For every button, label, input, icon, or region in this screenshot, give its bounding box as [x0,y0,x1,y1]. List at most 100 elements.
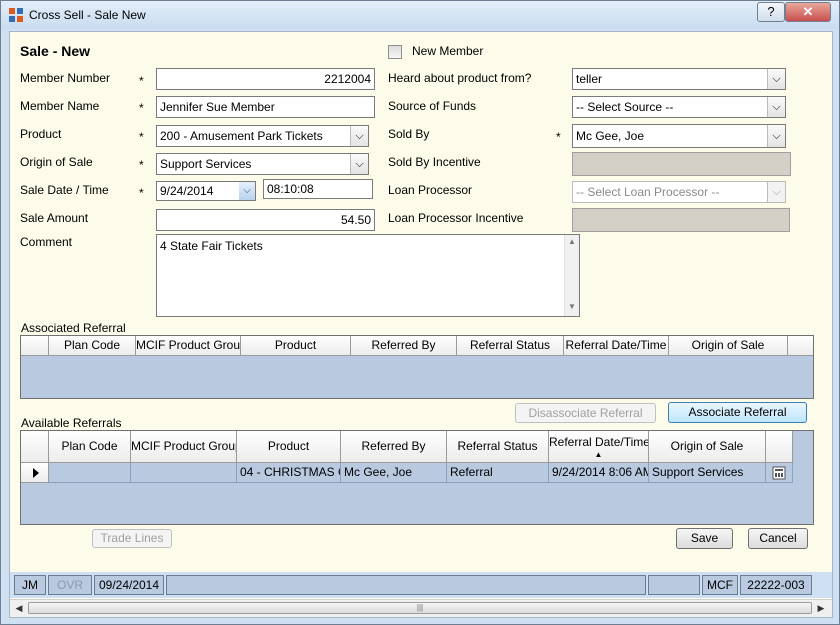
associated-referral-grid[interactable]: Plan Code MCIF Product Group Product Ref… [20,335,814,399]
member-number-input[interactable]: 2212004 [156,68,375,90]
required-marker: * [139,101,144,115]
sale-amount-label: Sale Amount [20,211,89,225]
sort-ascending-icon: ▲ [594,450,603,459]
chevron-down-icon[interactable]: ⌵ [767,69,785,89]
source-of-funds-value: -- Select Source -- [576,100,674,114]
sale-amount-input[interactable]: 54.50 [156,209,375,231]
cell-product[interactable]: 04 - CHRISTMAS C [237,463,341,483]
sold-by-select[interactable]: Mc Gee, Joe ⌵ [572,124,786,148]
chevron-down-icon[interactable]: ⌵ [350,126,368,146]
status-date: 09/24/2014 [94,575,164,595]
column-header[interactable]: Referred By [351,336,457,356]
origin-of-sale-value: Support Services [160,157,252,171]
chevron-down-icon[interactable]: ⌵ [350,154,368,174]
heard-about-value: teller [576,72,603,86]
row-selector[interactable] [21,463,49,483]
cell-referral-status[interactable]: Referral [447,463,549,483]
product-select[interactable]: 200 - Amusement Park Tickets ⌵ [156,125,369,147]
column-header[interactable]: Referral Status [447,431,549,463]
help-icon: ? [767,4,775,19]
member-name-input[interactable]: Jennifer Sue Member [156,96,375,118]
comment-textarea[interactable]: 4 State Fair Tickets ▲ ▼ [156,234,580,317]
loan-processor-incentive-label: Loan Processor Incentive [388,211,524,225]
column-header[interactable]: Product [237,431,341,463]
sold-by-label: Sold By [388,127,430,141]
source-of-funds-label: Source of Funds [388,99,477,113]
loan-processor-value: -- Select Loan Processor -- [576,185,720,199]
scroll-up-icon[interactable]: ▲ [565,237,579,249]
title-bar: Cross Sell - Sale New ? ✕ [1,1,839,29]
filler-column-header [766,431,793,463]
origin-of-sale-select[interactable]: Support Services ⌵ [156,153,369,175]
sale-date-picker[interactable]: 9/24/2014 ⌵ [156,181,256,201]
column-header[interactable]: Referral Date/Time [564,336,669,356]
cell-referred-by[interactable]: Mc Gee, Joe [341,463,447,483]
help-button[interactable]: ? [757,2,785,22]
trade-lines-button[interactable]: Trade Lines [92,529,172,548]
save-button[interactable]: Save [676,528,733,549]
member-number-label: Member Number [20,71,111,85]
row-header-column [21,336,49,356]
current-row-arrow-icon [33,468,39,478]
cell-origin-of-sale[interactable]: Support Services [649,463,766,483]
status-empty [648,575,700,595]
scroll-left-icon[interactable]: ◀ [12,602,26,614]
new-member-checkbox[interactable] [388,45,402,59]
associate-referral-button[interactable]: Associate Referral [668,402,807,423]
origin-of-sale-label: Origin of Sale [20,155,93,169]
calendar-dropdown-icon[interactable]: ⌵ [239,182,255,200]
sold-by-value: Mc Gee, Joe [576,129,645,143]
column-header[interactable]: Referred By [341,431,447,463]
disassociate-referral-button[interactable]: Disassociate Referral [515,403,656,423]
close-icon: ✕ [802,4,814,19]
sold-by-incentive-input [572,152,791,176]
status-bar: JM OVR 09/24/2014 MCF 22222-003 [10,572,832,598]
horizontal-scrollbar[interactable]: ◀ ||| ▶ [10,599,832,617]
loan-processor-label: Loan Processor [388,183,473,197]
heard-about-select[interactable]: teller ⌵ [572,68,786,90]
cell-action[interactable] [766,463,793,483]
comment-value: 4 State Fair Tickets [160,239,263,253]
cancel-button[interactable]: Cancel [748,528,808,549]
scrollbar-thumb[interactable]: ||| [28,602,812,614]
column-header[interactable]: Origin of Sale [669,336,788,356]
required-marker: * [556,130,561,144]
column-header[interactable]: Plan Code [49,336,136,356]
scroll-right-icon[interactable]: ▶ [814,602,828,614]
chevron-down-icon[interactable]: ⌵ [767,125,785,147]
cell-plan-code[interactable] [49,463,131,483]
column-header[interactable]: Origin of Sale [649,431,766,463]
scroll-down-icon[interactable]: ▼ [565,302,579,314]
column-header[interactable]: Referral Status [457,336,564,356]
cell-mcif-group[interactable] [131,463,237,483]
comment-scrollbar[interactable]: ▲ ▼ [564,235,579,316]
product-label: Product [20,127,62,141]
column-header-sorted[interactable]: Referral Date/Time ▲ [549,431,649,463]
status-code: 22222-003 [740,575,812,595]
comment-label: Comment [20,235,73,249]
cell-referral-date-time[interactable]: 9/24/2014 8:06 AM [549,463,649,483]
available-referrals-grid[interactable]: Plan Code MCIF Product Group Product Ref… [20,430,814,525]
source-of-funds-select[interactable]: -- Select Source -- ⌵ [572,96,786,118]
new-member-label: New Member [412,44,484,58]
chevron-down-icon[interactable]: ⌵ [767,97,785,117]
column-header[interactable]: Product [241,336,351,356]
status-ovr: OVR [48,575,92,595]
column-header[interactable]: MCIF Product Group [131,431,237,463]
required-marker: * [139,130,144,144]
column-header[interactable]: MCIF Product Group [136,336,241,356]
sale-date-value: 9/24/2014 [160,184,214,198]
associated-referral-title: Associated Referral [21,321,126,335]
status-system: MCF [702,575,738,595]
required-marker: * [139,158,144,172]
member-name-label: Member Name [20,99,100,113]
details-icon[interactable] [772,466,786,480]
close-button[interactable]: ✕ [785,2,831,22]
required-marker: * [139,186,144,200]
sold-by-incentive-label: Sold By Incentive [388,155,481,169]
column-header[interactable]: Plan Code [49,431,131,463]
sale-time-input[interactable]: 08:10:08 [263,179,373,199]
column-header-label: Referral Date/Time [549,435,649,449]
row-header-column [21,431,49,463]
app-icon [9,8,23,22]
